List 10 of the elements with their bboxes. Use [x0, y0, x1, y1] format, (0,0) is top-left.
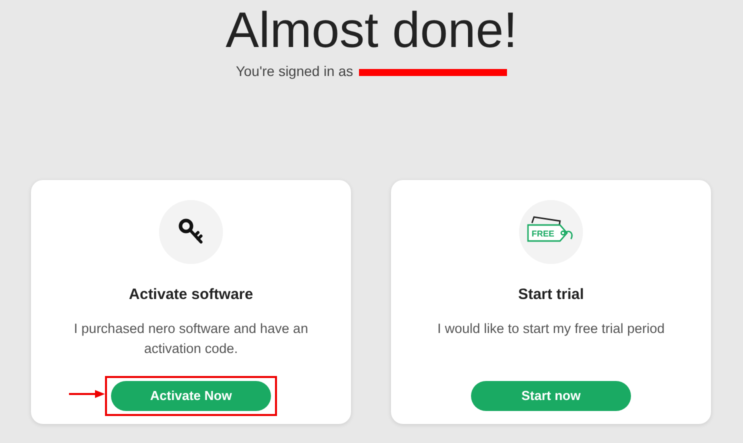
card-description: I purchased nero software and have an activation code. [72, 320, 310, 358]
action-button[interactable]: Activate Now [111, 380, 271, 410]
card-title: Start trial [518, 285, 584, 305]
signed-in-text: You're signed in as [236, 63, 354, 79]
action-button[interactable]: Start now [471, 380, 631, 410]
card-title: Activate software [128, 285, 254, 305]
page-heading: Almost done! [224, 5, 518, 55]
annotation-arrow [69, 388, 105, 398]
key-icon [178, 218, 204, 246]
card-description: I would like to start my free trial period [436, 320, 666, 338]
